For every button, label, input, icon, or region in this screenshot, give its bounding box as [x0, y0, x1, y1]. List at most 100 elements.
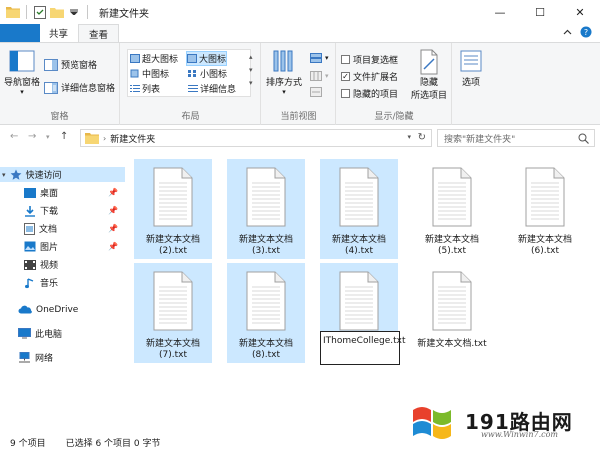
medium-icons-icon	[130, 69, 139, 78]
chevron-down-icon[interactable]	[67, 5, 81, 19]
large-icons-option[interactable]: 大图标	[186, 51, 228, 66]
window-title: 新建文件夹	[99, 8, 149, 20]
file-item[interactable]: 新建文本文档 (2).txt	[134, 159, 212, 259]
file-name: 新建文本文档 (5).txt	[424, 235, 479, 256]
file-item[interactable]: 新建文本文档 (3).txt	[227, 159, 305, 259]
details-pane-button[interactable]: 详细信息窗格	[44, 81, 115, 94]
minimize-button[interactable]: —	[480, 0, 520, 24]
list-option[interactable]: 列表	[130, 82, 160, 95]
layout-gallery-scroll[interactable]: ▴ ▾ ▾	[249, 51, 253, 90]
navigation-pane-button[interactable]: 导航窗格 ▾	[4, 49, 40, 96]
maximize-button[interactable]: ☐	[520, 0, 560, 24]
up-button[interactable]: ↑	[60, 131, 68, 142]
selection-info: 已选择 6 个项目 0 字节	[65, 438, 161, 449]
hide-selected-items-button[interactable]: 隐藏 所选项目	[411, 49, 447, 101]
details-option[interactable]: 详细信息	[188, 82, 236, 95]
file-item[interactable]: 新建文本文档 (4).txt	[320, 159, 398, 259]
layout-gallery: 超大图标 大图标 中图标 小图标 列表 详细信息	[127, 49, 251, 97]
nav-item-documents[interactable]: 文档	[0, 221, 57, 236]
new-folder-icon[interactable]	[50, 5, 64, 19]
navigation-pane: ▾ 快速访问 桌面 📌 下载 📌 文档 📌 图片 📌 视频 音乐 OneDriv…	[0, 157, 125, 427]
nav-item-network[interactable]: 网络	[0, 350, 53, 365]
tab-share[interactable]: 共享	[39, 24, 78, 42]
nav-item-videos[interactable]: 视频	[0, 257, 58, 272]
file-extensions-label: 文件扩展名	[353, 73, 399, 83]
star-icon	[10, 169, 21, 180]
nav-item-desktop[interactable]: 桌面	[0, 185, 58, 200]
ribbon-tabs: 文件 主页 共享 查看 ?	[0, 24, 600, 124]
small-icons-option[interactable]: 小图标	[188, 67, 227, 80]
size-columns-icon	[310, 87, 322, 97]
address-dropdown-icon[interactable]: ▾	[407, 133, 411, 141]
file-extensions-toggle[interactable]: ✓ 文件扩展名	[341, 70, 398, 83]
file-extensions-checkbox[interactable]: ✓	[341, 72, 350, 81]
address-row: ← → ▾ ↑ › 新建文件夹 ▾ ↻ 搜索"新建文件夹"	[0, 125, 600, 151]
file-name: 新建文本文档 (7).txt	[145, 339, 200, 360]
title-bar: 新建文件夹 — ☐ ✕	[0, 0, 600, 24]
nav-label-videos: 视频	[40, 261, 59, 271]
help-icon[interactable]: ?	[580, 26, 592, 41]
item-checkboxes-checkbox[interactable]	[341, 55, 350, 64]
extra-large-icons-option[interactable]: 超大图标	[130, 52, 178, 65]
nav-item-onedrive[interactable]: OneDrive	[0, 302, 78, 317]
refresh-icon[interactable]: ↻	[418, 132, 426, 143]
list-label: 列表	[142, 85, 161, 95]
preview-pane-button[interactable]: 预览窗格	[44, 58, 97, 71]
nav-label-network: 网络	[35, 354, 54, 364]
close-button[interactable]: ✕	[560, 0, 600, 24]
search-icon[interactable]	[578, 133, 589, 147]
rename-input[interactable]: IThomeCollege.txt	[320, 331, 406, 365]
file-item[interactable]: 新建文本文档 (6).txt	[506, 159, 584, 259]
svg-text:?: ?	[584, 28, 588, 37]
panes-group-label: 窗格	[50, 112, 69, 122]
group-by-button[interactable]: ▾	[310, 53, 329, 63]
hidden-items-toggle[interactable]: 隐藏的项目	[341, 87, 398, 100]
file-name: 新建文本文档 (8).txt	[238, 339, 293, 360]
hidden-items-checkbox[interactable]	[341, 89, 350, 98]
nav-label-onedrive: OneDrive	[36, 304, 79, 315]
text-file-icon	[246, 271, 286, 331]
preview-pane-label: 预览窗格	[61, 61, 98, 71]
sort-by-label: 排序方式	[266, 78, 303, 88]
toolbar-separator	[26, 5, 27, 19]
nav-item-pictures[interactable]: 图片	[0, 239, 58, 254]
sort-by-button[interactable]: 排序方式 ▾	[266, 49, 302, 96]
large-icons-icon	[187, 54, 197, 63]
back-button[interactable]: ←	[10, 131, 18, 142]
extra-large-icons-label: 超大图标	[142, 55, 179, 65]
address-bar[interactable]: › 新建文件夹 ▾ ↻	[80, 129, 432, 147]
medium-icons-option[interactable]: 中图标	[130, 67, 169, 80]
nav-item-music[interactable]: 音乐	[0, 275, 58, 290]
small-icons-label: 小图标	[200, 70, 228, 80]
nav-item-this-pc[interactable]: 此电脑	[0, 326, 62, 341]
tab-view[interactable]: 查看	[78, 24, 120, 42]
file-item[interactable]: 新建文本文档 (5).txt	[413, 159, 491, 259]
breadcrumb[interactable]: 新建文件夹	[110, 132, 155, 145]
file-item[interactable]: 新建文本文档 (8).txt	[227, 263, 305, 363]
file-item[interactable]: 新建文本文档.txt	[413, 263, 491, 363]
properties-icon[interactable]	[33, 5, 47, 19]
group-by-icon	[310, 53, 322, 63]
text-file-icon	[153, 271, 193, 331]
text-file-icon	[525, 167, 565, 227]
forward-button[interactable]: →	[28, 131, 36, 142]
breadcrumb-chevron-icon[interactable]: ›	[103, 134, 106, 143]
show-hide-group-label: 显示/隐藏	[374, 112, 414, 122]
file-item[interactable]: 新建文本文档 (7).txt	[134, 263, 212, 363]
chevron-down-icon[interactable]: ▾	[2, 171, 6, 179]
options-button[interactable]: 选项	[459, 49, 483, 88]
layout-group-label: 布局	[181, 112, 200, 122]
nav-item-quick-access[interactable]: ▾ 快速访问	[0, 167, 125, 182]
nav-label-pictures: 图片	[40, 243, 59, 253]
medium-icons-label: 中图标	[142, 70, 170, 80]
collapse-ribbon-icon[interactable]	[563, 28, 572, 38]
pin-icon: 📌	[108, 206, 118, 215]
nav-item-downloads[interactable]: 下载	[0, 203, 58, 218]
search-input[interactable]: 搜索"新建文件夹"	[437, 129, 595, 147]
item-checkboxes-toggle[interactable]: 项目复选框	[341, 53, 398, 66]
recent-locations-button[interactable]: ▾	[46, 133, 50, 141]
pictures-icon	[24, 241, 36, 252]
desktop-icon	[24, 187, 36, 198]
item-count: 9 个项目	[10, 438, 46, 449]
text-file-icon	[339, 167, 379, 227]
